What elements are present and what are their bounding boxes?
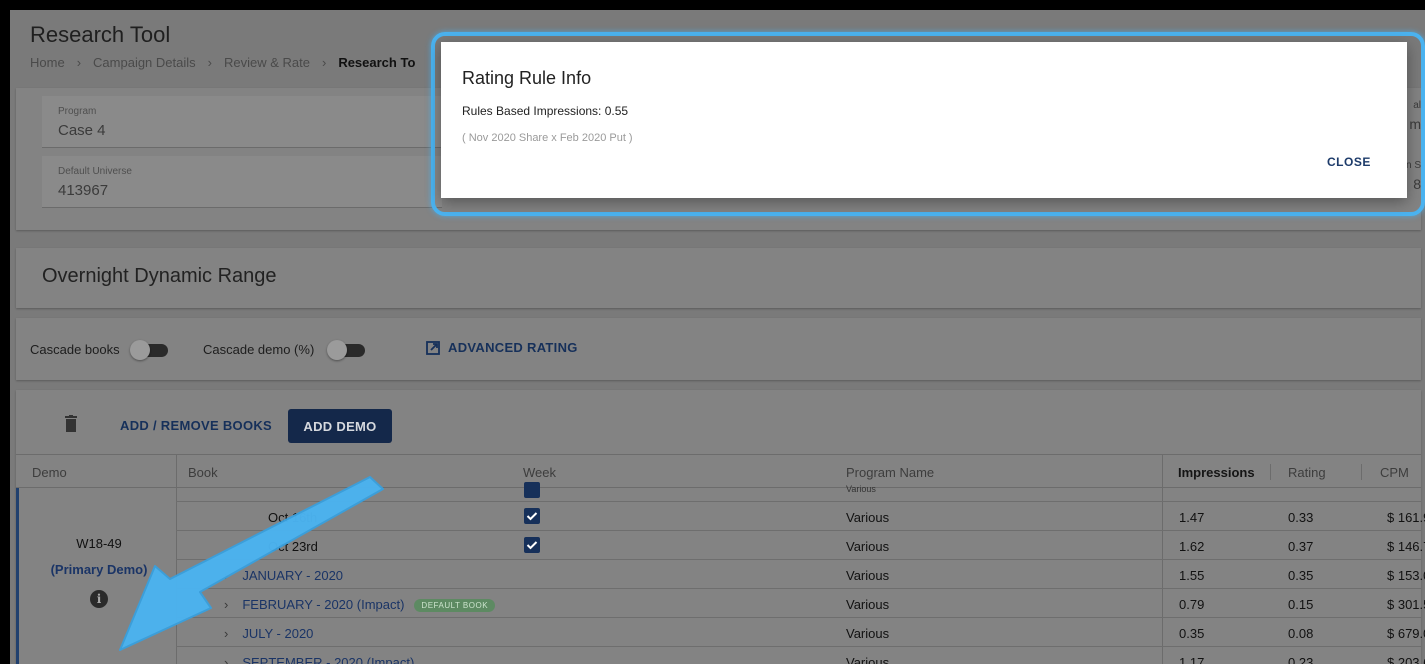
trash-icon[interactable] — [64, 415, 78, 433]
column-program-name: Program Name — [846, 465, 935, 480]
add-remove-books-button[interactable]: ADD / REMOVE BOOKS — [120, 418, 272, 433]
program-name-cell: Various — [846, 539, 890, 554]
cpm-cell: $ 146.7 — [1387, 539, 1425, 554]
chevron-right-icon[interactable]: › — [224, 597, 228, 612]
rules-based-impressions: Rules Based Impressions: 0.55 — [462, 104, 629, 118]
impressions-cell: 0.35 — [1179, 626, 1205, 641]
week-book-cell: Oct 16th — [268, 510, 318, 525]
impressions-cell: 1.17 — [1179, 655, 1205, 664]
close-button[interactable]: CLOSE — [1327, 155, 1371, 169]
cpm-cell: $ 203.6 — [1387, 655, 1425, 664]
column-week: Week — [523, 465, 556, 480]
program-value: Case 4 — [58, 122, 106, 139]
dialog-title: Rating Rule Info — [462, 68, 592, 88]
table-row: Oct 16th Various 1.47 0.33 $ 161.9 — [176, 502, 1425, 531]
demo-name: W18-49 — [76, 536, 122, 551]
impressions-cell: 1.62 — [1179, 539, 1205, 554]
cascade-books-toggle[interactable] — [130, 340, 170, 360]
rating-cell: 0.15 — [1288, 597, 1314, 612]
table-row: Various — [176, 482, 1421, 502]
cpm-cell: $ 301.5 — [1387, 597, 1425, 612]
breadcrumb: Home › Campaign Details › Review & Rate › Rese… — [30, 55, 415, 70]
column-rating[interactable]: Rating — [1288, 465, 1326, 480]
program-name-cell: Various — [846, 510, 890, 525]
column-demo: Demo — [32, 465, 67, 480]
chevron-right-icon: › — [321, 55, 327, 70]
table-row[interactable]: › JULY - 2020 Various 0.35 0.08 $ 679.0 — [176, 618, 1425, 647]
page-title: Research Tool — [30, 22, 171, 47]
table-row: Oct 23rd Various 1.62 0.37 $ 146.7 — [176, 531, 1425, 560]
primary-demo-label: (Primary Demo) — [50, 562, 148, 577]
section-title: Overnight Dynamic Range — [42, 265, 277, 287]
info-icon[interactable]: i — [90, 590, 108, 608]
program-name-cell: Various — [846, 597, 890, 612]
open-in-new-icon — [426, 340, 440, 355]
book-link[interactable]: JANUARY - 2020 — [242, 568, 343, 583]
rating-cell: 0.37 — [1288, 539, 1314, 554]
checkbox-checked-icon[interactable] — [524, 508, 540, 524]
cascade-demo-label: Cascade demo (%) — [203, 342, 315, 357]
chevron-right-icon: › — [207, 55, 212, 70]
program-field[interactable]: Program Case 4 — [42, 96, 442, 148]
advanced-rating-label: ADVANCED RATING — [448, 340, 578, 355]
demo-cell: W18-49 (Primary Demo) i — [16, 488, 176, 664]
add-demo-button[interactable]: ADD DEMO — [288, 409, 392, 443]
rating-cell: 0.08 — [1288, 626, 1314, 641]
checkbox-checked-icon[interactable] — [524, 537, 540, 553]
program-name-cell: Various — [846, 568, 890, 583]
breadcrumb-campaign-details[interactable]: Campaign Details — [93, 55, 196, 70]
rule-formula-note: ( Nov 2020 Share x Feb 2020 Put ) — [462, 132, 633, 144]
week-book-cell: Oct 23rd — [268, 539, 318, 554]
impressions-cell: 0.79 — [1179, 597, 1205, 612]
book-link[interactable]: SEPTEMBER - 2020 (Impact) — [242, 655, 414, 664]
program-name-cell: Various — [846, 626, 890, 641]
breadcrumb-review-rate[interactable]: Review & Rate — [224, 55, 310, 70]
demo-books-table-card: ADD / REMOVE BOOKS ADD DEMO Demo Book We… — [16, 390, 1425, 664]
default-universe-value: 413967 — [58, 182, 109, 199]
cascade-books-label: Cascade books — [30, 342, 120, 357]
checkbox-checked-icon[interactable] — [524, 482, 540, 498]
program-name-cell: Various — [846, 484, 876, 494]
table-header: Demo Book Week Program Name Impressions … — [16, 454, 1421, 488]
impressions-cell: 1.47 — [1179, 510, 1205, 525]
rating-rule-info-dialog: Rating Rule Info Rules Based Impressions… — [441, 42, 1407, 198]
breadcrumb-home[interactable]: Home — [30, 55, 65, 70]
table-row[interactable]: › SEPTEMBER - 2020 (Impact) Various 1.17 … — [176, 647, 1425, 664]
chevron-right-icon[interactable]: › — [224, 626, 228, 641]
column-cpm[interactable]: CPM — [1380, 465, 1409, 480]
advanced-rating-button[interactable]: ADVANCED RATING — [426, 340, 578, 355]
cpm-cell: $ 153.0 — [1387, 568, 1425, 583]
program-name-cell: Various — [846, 655, 890, 664]
table-row[interactable]: › FEBRUARY - 2020 (Impact) DEFAULT BOOK Va… — [176, 589, 1425, 618]
rating-cell: 0.35 — [1288, 568, 1314, 583]
table-row[interactable]: › JANUARY - 2020 Various 1.55 0.35 $ 153.… — [176, 560, 1425, 589]
program-label: Program — [58, 106, 97, 117]
impressions-cell: 1.55 — [1179, 568, 1205, 583]
chevron-right-icon[interactable]: › — [224, 568, 228, 583]
default-universe-label: Default Universe — [58, 166, 132, 177]
column-book: Book — [188, 465, 218, 480]
column-impressions[interactable]: Impressions — [1178, 465, 1255, 480]
book-link[interactable]: JULY - 2020 — [242, 626, 313, 641]
default-universe-field[interactable]: Default Universe 413967 — [42, 156, 442, 208]
rating-cell: 0.33 — [1288, 510, 1314, 525]
rating-cell: 0.23 — [1288, 655, 1314, 664]
cpm-cell: $ 679.0 — [1387, 626, 1425, 641]
overnight-section-header: Overnight Dynamic Range — [16, 248, 1421, 308]
cascade-toolbar: Cascade books Cascade demo (%) ADVANCED … — [16, 318, 1421, 380]
cpm-cell: $ 161.9 — [1387, 510, 1425, 525]
breadcrumb-current: Research To — [338, 55, 416, 70]
chevron-right-icon[interactable]: › — [224, 655, 228, 664]
book-link[interactable]: FEBRUARY - 2020 (Impact) — [242, 597, 404, 612]
chevron-right-icon: › — [76, 55, 82, 70]
default-book-badge: DEFAULT BOOK — [414, 599, 496, 613]
cascade-demo-toggle[interactable] — [327, 340, 367, 360]
